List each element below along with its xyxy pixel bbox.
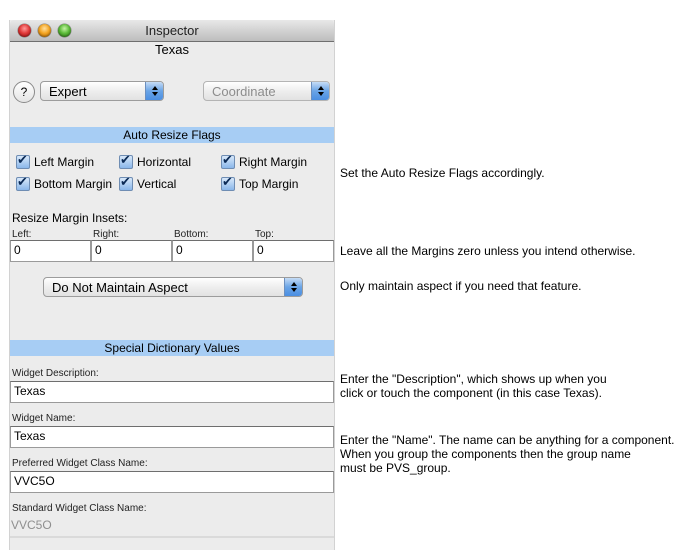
aspect-popup[interactable]: Do Not Maintain Aspect xyxy=(43,277,303,297)
left-margin-checkbox[interactable]: Left Margin xyxy=(16,152,95,169)
window-title: Inspector xyxy=(145,23,199,38)
coordinate-popup[interactable]: Coordinate xyxy=(203,81,330,101)
title-bar[interactable]: Inspector xyxy=(10,20,334,42)
inspector-window: Inspector Texas ? Expert Coordinate Auto… xyxy=(9,20,335,550)
right-inset-field[interactable]: 0 xyxy=(91,240,172,262)
checkbox-label: Left Margin xyxy=(34,155,95,169)
bottom-margin-checkbox[interactable]: Bottom Margin xyxy=(16,174,113,191)
checkbox-checked-icon xyxy=(119,152,133,169)
bottom-inset-field[interactable]: 0 xyxy=(172,240,253,262)
top-inset-label: Top: xyxy=(255,229,274,240)
note-name: Enter the "Name". The name can be anythi… xyxy=(340,433,675,475)
checkbox-checked-icon xyxy=(221,174,235,191)
standard-class-field: VVC5O xyxy=(10,516,334,538)
preferred-class-label: Preferred Widget Class Name: xyxy=(12,458,148,469)
checkbox-label: Top Margin xyxy=(239,177,299,191)
dictionary-header: Special Dictionary Values xyxy=(10,340,334,356)
coordinate-popup-value: Coordinate xyxy=(212,84,276,99)
vertical-checkbox[interactable]: Vertical xyxy=(119,174,177,191)
mode-popup[interactable]: Expert xyxy=(40,81,164,101)
checkbox-checked-icon xyxy=(16,152,30,169)
checkbox-checked-icon xyxy=(119,174,133,191)
widget-name-label: Widget Name: xyxy=(12,413,76,424)
auto-resize-header: Auto Resize Flags xyxy=(10,127,334,143)
selected-object-name: Texas xyxy=(155,42,189,57)
checkbox-checked-icon xyxy=(221,152,235,169)
popup-arrows-icon xyxy=(284,278,302,296)
note-margins: Leave all the Margins zero unless you in… xyxy=(340,244,636,258)
checkbox-label: Horizontal xyxy=(137,155,192,169)
note-auto-resize: Set the Auto Resize Flags accordingly. xyxy=(340,166,545,180)
checkbox-label: Vertical xyxy=(137,177,177,191)
preferred-class-field[interactable]: VVC5O xyxy=(10,471,334,493)
aspect-popup-value: Do Not Maintain Aspect xyxy=(52,280,188,295)
left-inset-field[interactable]: 0 xyxy=(10,240,91,262)
help-button[interactable]: ? xyxy=(13,81,35,103)
popup-arrows-icon xyxy=(311,82,329,100)
top-inset-field[interactable]: 0 xyxy=(253,240,334,262)
popup-arrows-icon xyxy=(145,82,163,100)
right-margin-checkbox[interactable]: Right Margin xyxy=(221,152,308,169)
widget-name-field[interactable]: Texas xyxy=(10,426,334,448)
widget-description-field[interactable]: Texas xyxy=(10,381,334,403)
checkbox-label: Bottom Margin xyxy=(34,177,113,191)
checkbox-checked-icon xyxy=(16,174,30,191)
top-margin-checkbox[interactable]: Top Margin xyxy=(221,174,299,191)
widget-description-label: Widget Description: xyxy=(12,368,99,379)
note-description: Enter the "Description", which shows up … xyxy=(340,372,607,400)
note-aspect: Only maintain aspect if you need that fe… xyxy=(340,279,582,293)
checkbox-label: Right Margin xyxy=(239,155,308,169)
bottom-inset-label: Bottom: xyxy=(174,229,209,240)
mode-popup-value: Expert xyxy=(49,84,87,99)
insets-title: Resize Margin Insets: xyxy=(12,211,128,225)
standard-class-label: Standard Widget Class Name: xyxy=(12,503,147,514)
horizontal-checkbox[interactable]: Horizontal xyxy=(119,152,192,169)
left-inset-label: Left: xyxy=(12,229,32,240)
right-inset-label: Right: xyxy=(93,229,120,240)
